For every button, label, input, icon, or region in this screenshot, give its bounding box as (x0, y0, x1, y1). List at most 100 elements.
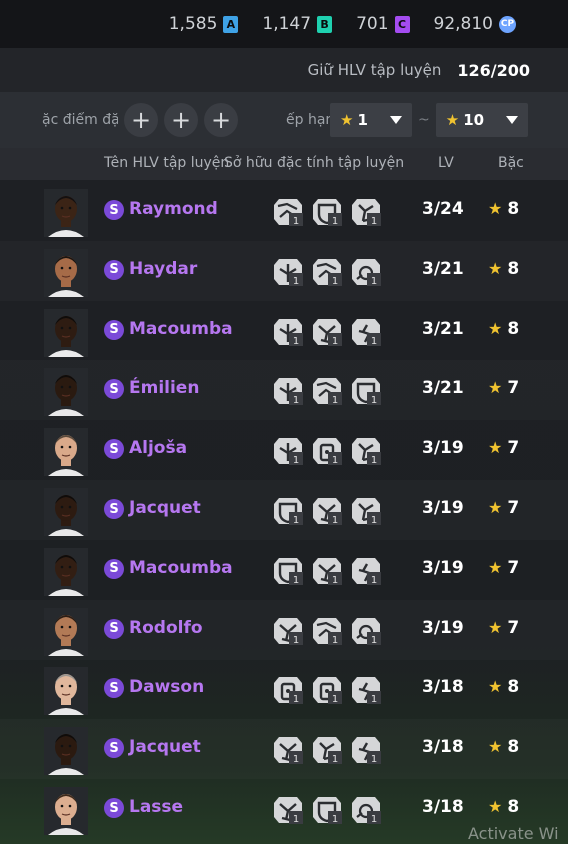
trait-level: 1 (371, 395, 377, 406)
sprint-trait-icon[interactable]: 1 (349, 556, 383, 586)
rank-value: 8 (507, 199, 520, 219)
target-trait-icon[interactable]: 1 (271, 376, 305, 406)
star-icon: ★ (488, 498, 503, 517)
coach-row[interactable]: S Haydar 1 1 1 3/21 ★ 8 (0, 241, 568, 301)
trait-level: 1 (293, 635, 299, 646)
avatar (44, 488, 88, 536)
table-header: Tên HLV tập luyện Sở hữu đặc tính tập lu… (0, 148, 568, 180)
coach-row[interactable]: S Émilien 1 1 1 3/21 ★ 7 (0, 360, 568, 420)
trait-level: 1 (332, 395, 338, 406)
trait-level: 1 (371, 515, 377, 526)
target-trait-icon[interactable]: 1 (271, 257, 305, 287)
dribble-trait-icon[interactable]: 1 (349, 257, 383, 287)
coach-row[interactable]: S Jacquet 1 1 1 3/19 ★ 7 (0, 480, 568, 540)
rank-max-value: 10 (463, 111, 485, 129)
capacity-label: Giữ HLV tập luyện (307, 61, 442, 79)
coach-row[interactable]: S Aljoša 1 1 1 3/19 ★ 7 (0, 420, 568, 480)
rank-value: 7 (507, 557, 520, 578)
column-header-lv[interactable]: LV (438, 155, 454, 171)
avatar (44, 368, 88, 417)
add-trait-filter-button-2[interactable]: + (164, 103, 198, 137)
keeper-trait-icon[interactable]: 1 (310, 436, 344, 466)
keeper-trait-icon[interactable]: 1 (271, 675, 305, 705)
passing-trait-icon[interactable]: 1 (310, 257, 344, 287)
coach-list[interactable]: S Raymond 1 1 1 3/24 ★ 8 S Haydar 1 1 1 3/21 ★ 8 S Macoum… (0, 180, 568, 844)
coach-name: Jacquet (129, 498, 201, 518)
rank-value: 7 (507, 438, 520, 459)
tackle-trait-icon[interactable]: 1 (271, 735, 305, 765)
coach-rank: ★ 8 (488, 737, 519, 757)
kick-trait-icon[interactable]: 1 (349, 436, 383, 466)
tackle-trait-icon[interactable]: 1 (271, 616, 305, 646)
rank-max-dropdown[interactable]: ★ 10 (435, 103, 528, 137)
rank-value: 8 (507, 258, 520, 279)
coach-row[interactable]: S Macoumba 1 1 1 3/21 ★ 8 (0, 301, 568, 361)
tackle-trait-icon[interactable]: 1 (271, 795, 305, 825)
shield-trait-icon[interactable]: 1 (349, 376, 383, 406)
coach-level: 3/21 (422, 258, 464, 279)
dribble-trait-icon[interactable]: 1 (349, 795, 383, 825)
rank-min-dropdown[interactable]: ★ 1 (330, 103, 412, 137)
column-header-rank[interactable]: Bặc (498, 155, 524, 171)
currency-b-amount: 1,147 (262, 14, 312, 34)
shield-trait-icon[interactable]: 1 (271, 496, 305, 526)
star-icon: ★ (488, 617, 503, 637)
shield-trait-icon[interactable]: 1 (271, 556, 305, 586)
currency-c-icon: C (394, 15, 410, 33)
coach-row[interactable]: S Jacquet 1 1 1 3/18 ★ 8 (0, 719, 568, 779)
sprint-trait-icon[interactable]: 1 (349, 735, 383, 765)
tackle-trait-icon[interactable]: 1 (310, 317, 344, 347)
avatar (44, 428, 88, 477)
activate-windows-watermark: Activate Wi (468, 824, 559, 843)
kick-trait-icon[interactable]: 1 (349, 496, 383, 526)
coach-rank: ★ 8 (488, 319, 519, 339)
column-header-name[interactable]: Tên HLV tập luyện (104, 155, 229, 171)
add-trait-filter-button-1[interactable]: + (124, 103, 158, 137)
tackle-trait-icon[interactable]: 1 (310, 556, 344, 586)
add-trait-filter-button-3[interactable]: + (204, 103, 238, 137)
coach-level: 3/21 (422, 378, 464, 399)
currency-cp-icon: CP (499, 15, 516, 33)
sprint-trait-icon[interactable]: 1 (349, 675, 383, 705)
coach-level: 3/21 (422, 318, 464, 339)
grade-badge-icon: S (104, 439, 124, 460)
kick-trait-icon[interactable]: 1 (349, 197, 383, 227)
target-trait-icon[interactable]: 1 (271, 317, 305, 347)
trait-level: 1 (332, 814, 338, 825)
passing-trait-icon[interactable]: 1 (310, 616, 344, 646)
shield-trait-icon[interactable]: 1 (310, 795, 344, 825)
shield-trait-icon[interactable]: 1 (310, 197, 344, 227)
coach-row[interactable]: S Macoumba 1 1 1 3/19 ★ 7 (0, 540, 568, 600)
trait-level: 1 (371, 754, 377, 765)
dribble-trait-icon[interactable]: 1 (349, 616, 383, 646)
coach-row[interactable]: S Raymond 1 1 1 3/24 ★ 8 (0, 181, 568, 241)
kick-trait-icon[interactable]: 1 (310, 735, 344, 765)
trait-filter-label: ặc điểm đặ (42, 112, 118, 128)
passing-trait-icon[interactable]: 1 (271, 197, 305, 227)
passing-trait-icon[interactable]: 1 (310, 376, 344, 406)
coach-rank: ★ 7 (488, 558, 519, 578)
rank-value: 8 (507, 318, 520, 339)
tackle-trait-icon[interactable]: 1 (310, 496, 344, 526)
keeper-trait-icon[interactable]: 1 (310, 675, 344, 705)
sprint-trait-icon[interactable]: 1 (349, 317, 383, 347)
grade-badge-icon: S (104, 678, 124, 699)
coach-name: Aljoša (129, 438, 188, 459)
coach-row[interactable]: S Rodolfo 1 1 1 3/19 ★ 7 (0, 600, 568, 660)
trait-level: 1 (293, 336, 299, 347)
target-trait-icon[interactable]: 1 (271, 436, 305, 466)
grade-badge-icon: S (104, 798, 124, 818)
column-header-traits[interactable]: Sở hữu đặc tính tập luyện (224, 155, 404, 171)
grade-badge-icon: S (104, 738, 124, 759)
coach-row[interactable]: S Dawson 1 1 1 3/18 ★ 8 (0, 659, 568, 719)
grade-badge-icon: S (104, 259, 124, 280)
coach-name: Lasse (129, 797, 184, 817)
trait-level: 1 (293, 814, 299, 825)
trait-level: 1 (371, 216, 377, 227)
coach-name: Dawson (129, 677, 205, 698)
grade-badge-icon: S (104, 499, 124, 519)
trait-level: 1 (293, 276, 299, 287)
coach-name: Rodolfo (129, 617, 203, 638)
currency-cp-amount: 92,810 (433, 14, 493, 34)
caret-down-icon (390, 116, 402, 124)
